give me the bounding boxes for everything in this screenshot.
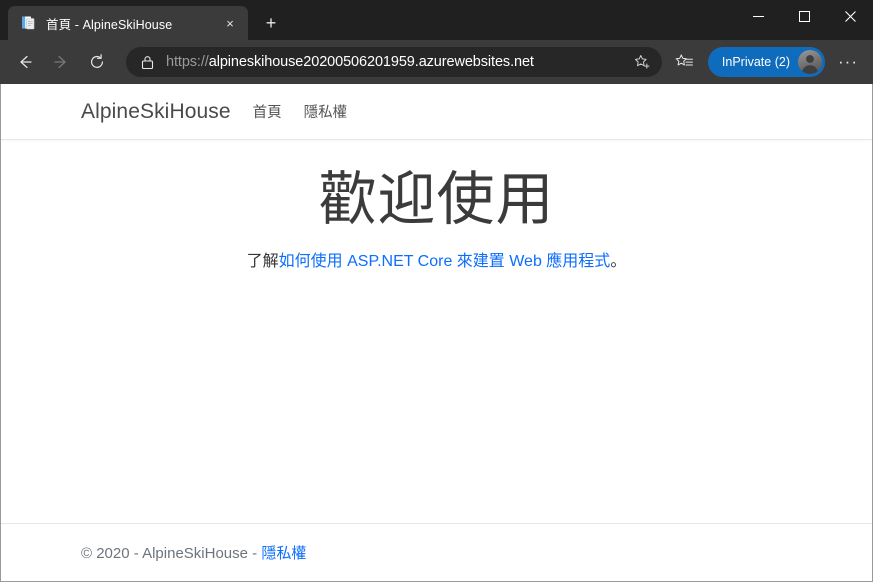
url-host: alpineskihouse20200506201959.azurewebsit…: [208, 54, 534, 70]
nav-link-home[interactable]: 首頁: [253, 101, 282, 122]
site-nav: 首頁 隱私權: [253, 101, 348, 122]
footer-privacy-link[interactable]: 隱私權: [261, 545, 306, 562]
back-button[interactable]: [8, 45, 42, 79]
page-viewport: AlpineSkiHouse 首頁 隱私權 歡迎使用 了解如何使用 ASP.NE…: [0, 84, 873, 582]
lock-icon[interactable]: [138, 55, 156, 70]
refresh-icon: [91, 54, 103, 68]
address-bar[interactable]: https://alpineskihouse20200506201959.azu…: [126, 47, 662, 77]
page-favicon: [20, 15, 36, 31]
inprivate-label: InPrivate (2): [721, 55, 790, 69]
url-text[interactable]: https://alpineskihouse20200506201959.azu…: [166, 54, 630, 70]
close-window-button[interactable]: [827, 0, 873, 32]
new-tab-button[interactable]: +: [256, 8, 286, 38]
page-title: 歡迎使用: [318, 167, 555, 232]
footer-copyright: © 2020 - AlpineSkiHouse -: [81, 545, 262, 562]
site-header: AlpineSkiHouse 首頁 隱私權: [1, 84, 872, 140]
hero-paragraph-prefix: 了解: [246, 253, 279, 271]
maximize-icon: [798, 10, 810, 22]
minimize-button[interactable]: [735, 0, 781, 32]
aspnet-docs-link[interactable]: 如何使用 ASP.NET Core 來建置 Web 應用程式: [279, 253, 611, 270]
close-icon: [844, 10, 856, 22]
window-controls: [735, 0, 873, 40]
profile-avatar[interactable]: [798, 50, 822, 74]
browser-window: 首頁 - AlpineSkiHouse × + https://alpinesk…: [0, 0, 873, 582]
forward-arrow-icon: [54, 55, 66, 69]
minimize-icon: [752, 15, 764, 17]
back-arrow-icon: [20, 55, 32, 69]
refresh-button[interactable]: [80, 45, 114, 79]
url-scheme: https://: [166, 54, 209, 70]
star-plus-icon[interactable]: [630, 49, 656, 75]
hero-paragraph-suffix: 。: [610, 253, 627, 271]
tab-strip: 首頁 - AlpineSkiHouse × +: [0, 0, 873, 40]
more-options-button[interactable]: ···: [831, 45, 865, 79]
browser-tab[interactable]: 首頁 - AlpineSkiHouse ×: [8, 6, 248, 40]
forward-button[interactable]: [44, 45, 78, 79]
site-footer: © 2020 - AlpineSkiHouse - 隱私權: [1, 523, 872, 581]
inprivate-profile-button[interactable]: InPrivate (2): [707, 47, 825, 77]
tab-title: 首頁 - AlpineSkiHouse: [46, 17, 173, 32]
close-icon[interactable]: ×: [218, 11, 242, 35]
page-body: 歡迎使用 了解如何使用 ASP.NET Core 來建置 Web 應用程式。: [1, 140, 872, 523]
site-brand[interactable]: AlpineSkiHouse: [81, 100, 231, 124]
favorites-list-icon[interactable]: [668, 45, 702, 79]
hero-paragraph: 了解如何使用 ASP.NET Core 來建置 Web 應用程式。: [81, 250, 792, 274]
browser-toolbar: https://alpineskihouse20200506201959.azu…: [0, 40, 873, 84]
nav-link-privacy[interactable]: 隱私權: [304, 101, 348, 122]
maximize-button[interactable]: [781, 0, 827, 32]
hero-section: 歡迎使用 了解如何使用 ASP.NET Core 來建置 Web 應用程式。: [81, 140, 792, 274]
